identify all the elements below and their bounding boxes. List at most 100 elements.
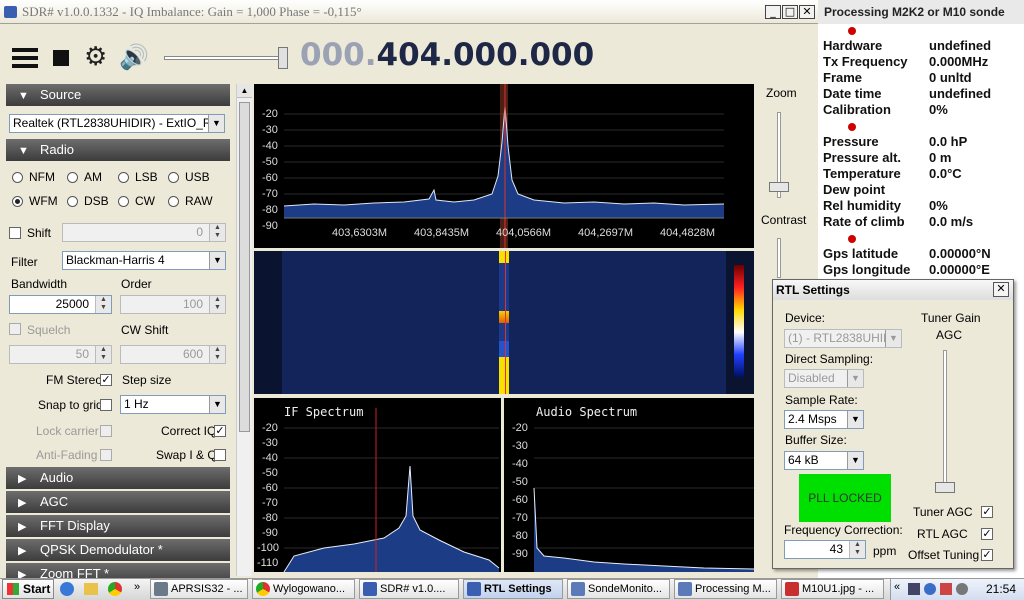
squelch-input[interactable]: 50 ▲ ▼: [9, 345, 112, 364]
direct-sampling-combo[interactable]: Disabled ▼: [784, 369, 864, 388]
correctiq-checkbox[interactable]: ✓: [214, 425, 226, 437]
squelch-checkbox[interactable]: [9, 323, 21, 335]
scroll-up-icon[interactable]: ▲: [237, 84, 252, 98]
spin-arrows-icon[interactable]: ▲ ▼: [209, 224, 225, 241]
stepsize-combo[interactable]: 1 Hz ▼: [120, 395, 226, 414]
status-dot-icon: [848, 27, 856, 35]
task-chrome[interactable]: Wylogowano...: [252, 579, 355, 599]
maximize-button[interactable]: □: [782, 5, 798, 19]
spin-arrows-icon[interactable]: ▲ ▼: [209, 296, 225, 313]
waterfall-panel[interactable]: [254, 251, 754, 394]
shift-input[interactable]: 0 ▲ ▼: [62, 223, 226, 242]
audio-section-header[interactable]: ▶ Audio: [6, 467, 230, 489]
spin-arrows-icon[interactable]: ▲ ▼: [95, 346, 111, 363]
minimize-button[interactable]: _: [765, 5, 781, 19]
waterfall-color-scale: [734, 265, 744, 377]
mode-radio-raw[interactable]: [168, 196, 179, 207]
rtl-settings-titlebar[interactable]: RTL Settings: [773, 280, 1013, 300]
main-titlebar[interactable]: SDR# v1.0.0.1332 - IQ Imbalance: Gain = …: [0, 0, 818, 24]
volume-slider-thumb[interactable]: [278, 47, 288, 69]
expand-arrow-icon: ▶: [18, 497, 27, 509]
spin-arrows-icon[interactable]: ▲ ▼: [849, 541, 865, 558]
source-device-combo[interactable]: Realtek (RTL2838UHIDIR) - ExtIO_RTL... ▼: [9, 114, 225, 133]
task-aprsis[interactable]: APRSIS32 - ...: [150, 579, 248, 599]
close-button[interactable]: ✕: [799, 5, 815, 19]
antifading-checkbox[interactable]: [100, 449, 112, 461]
mode-radio-lsb[interactable]: [118, 172, 129, 183]
main-spectrum-panel[interactable]: -20 -30 -40 -50 -60 -70 -80 -90 403,6303…: [254, 84, 754, 248]
frequency-value: 404.000.000: [376, 37, 595, 73]
start-button[interactable]: Start: [2, 579, 54, 599]
mode-radio-cw[interactable]: [118, 196, 129, 207]
menu-icon[interactable]: [12, 48, 38, 68]
volume-slider[interactable]: [164, 56, 288, 60]
mode-radio-am[interactable]: [67, 172, 78, 183]
task-sdr[interactable]: SDR# v1.0....: [359, 579, 459, 599]
fmstereo-checkbox[interactable]: ✓: [100, 374, 112, 386]
spin-arrows-icon[interactable]: ▲ ▼: [95, 296, 111, 313]
mode-radio-dsb[interactable]: [67, 196, 78, 207]
fft-display-section-header[interactable]: ▶ FFT Display: [6, 515, 230, 537]
stop-icon[interactable]: [53, 50, 69, 66]
offset-tuning-checkbox[interactable]: ✓: [981, 549, 993, 561]
tray-app-icon[interactable]: [956, 583, 968, 595]
sample-rate-combo[interactable]: 2.4 Msps ▼: [784, 410, 864, 429]
radio-section-header[interactable]: ▼ Radio: [6, 139, 230, 161]
device-combo[interactable]: (1) - RTL2838UHIDI ▼: [784, 329, 902, 348]
quicklaunch-ie-icon[interactable]: [60, 582, 74, 596]
tuner-gain-slider-thumb[interactable]: [935, 482, 955, 493]
y-tick: -90: [262, 527, 278, 539]
frequency-display[interactable]: 000.404.000.000: [300, 37, 594, 73]
swapiq-checkbox[interactable]: [214, 449, 226, 461]
buffer-size-combo[interactable]: 64 kB ▼: [784, 451, 864, 470]
rtl-agc-checkbox[interactable]: ✓: [981, 528, 993, 540]
spin-arrows-icon[interactable]: ▲ ▼: [209, 346, 225, 363]
if-spectrum-title: IF Spectrum: [284, 405, 364, 419]
mode-radio-nfm[interactable]: [12, 172, 23, 183]
task-rtl-settings[interactable]: RTL Settings: [463, 579, 563, 599]
if-spectrum-panel[interactable]: IF Spectrum -20 -30 -40 -50 -60 -70 -80 …: [254, 398, 501, 572]
tray-app-icon[interactable]: [940, 583, 952, 595]
dropdown-arrow-icon: ▼: [847, 452, 863, 469]
scrollbar-thumb[interactable]: [239, 102, 250, 432]
agc-section-header[interactable]: ▶ AGC: [6, 491, 230, 513]
bandwidth-input[interactable]: 25000 ▲ ▼: [9, 295, 112, 314]
audio-spectrum-panel[interactable]: Audio Spectrum -20 -30 -40 -50 -60 -70 -…: [504, 398, 754, 572]
tray-expand-icon[interactable]: «: [894, 581, 900, 593]
task-processing[interactable]: Processing M...: [674, 579, 777, 599]
contrast-slider-track[interactable]: [777, 238, 781, 278]
task-image-viewer[interactable]: M10U1.jpg - ...: [781, 579, 884, 599]
left-panel-scrollbar[interactable]: ▲: [236, 84, 252, 576]
sonde-value: 0 unltd: [929, 70, 972, 85]
mode-radio-wfm[interactable]: [12, 196, 23, 207]
close-icon[interactable]: ✕: [993, 282, 1009, 297]
source-section-header[interactable]: ▼ Source: [6, 84, 230, 106]
y-tick: -70: [512, 512, 528, 524]
quicklaunch-folder-icon[interactable]: [84, 583, 98, 595]
tuner-gain-slider-track[interactable]: [943, 350, 947, 490]
gear-icon[interactable]: ⚙: [84, 44, 107, 70]
freq-corr-input[interactable]: 43 ▲ ▼: [784, 540, 866, 559]
filter-combo[interactable]: Blackman-Harris 4 ▼: [62, 251, 226, 270]
zoom-fft-section-header[interactable]: ▶ Zoom FFT *: [6, 563, 230, 578]
tray-volume-icon[interactable]: [908, 583, 920, 595]
lockcarrier-checkbox[interactable]: [100, 425, 112, 437]
tray-clock[interactable]: 21:54: [986, 582, 1016, 596]
shift-checkbox[interactable]: [9, 227, 21, 239]
app-icon: [467, 582, 481, 596]
cwshift-input[interactable]: 600 ▲ ▼: [120, 345, 226, 364]
correctiq-label: Correct IQ: [161, 424, 217, 438]
zoom-slider-thumb[interactable]: [769, 182, 789, 192]
y-tick: -40: [512, 458, 528, 470]
tuner-agc-checkbox[interactable]: ✓: [981, 506, 993, 518]
task-sondemonitor[interactable]: SondeMonito...: [567, 579, 670, 599]
tray-network-icon[interactable]: [924, 583, 936, 595]
snap-checkbox[interactable]: [100, 399, 112, 411]
app-icon: [4, 6, 17, 18]
order-input[interactable]: 100 ▲ ▼: [120, 295, 226, 314]
speaker-icon[interactable]: 🔊: [119, 44, 149, 70]
quicklaunch-more-icon[interactable]: »: [134, 581, 140, 593]
quicklaunch-chrome-icon[interactable]: [108, 582, 122, 596]
mode-radio-usb[interactable]: [168, 172, 179, 183]
qpsk-section-header[interactable]: ▶ QPSK Demodulator *: [6, 539, 230, 561]
